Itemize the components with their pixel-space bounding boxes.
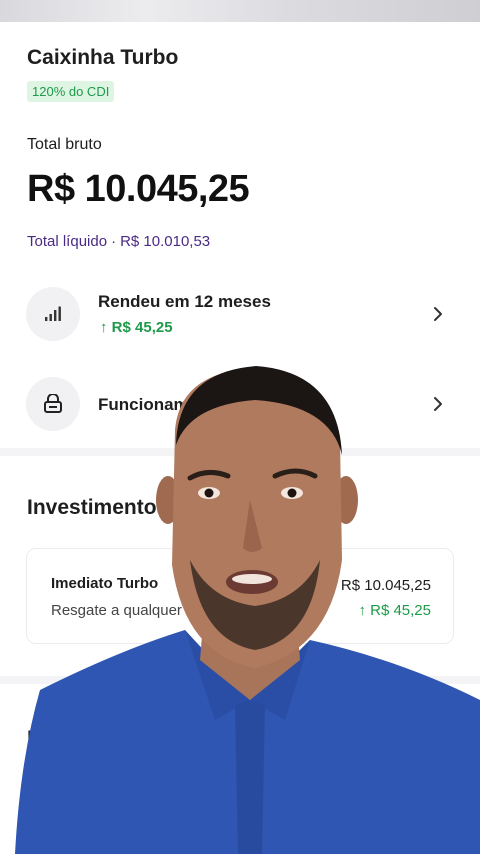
net-amount: R$ 10.010,53	[120, 233, 211, 250]
investment-card[interactable]: Imediato Turbo Resgate a qualquer moment…	[26, 548, 454, 644]
investment-description: Resgate a qualquer momento	[51, 602, 249, 619]
chevron-right-icon	[434, 307, 442, 321]
gross-label: Total bruto	[27, 136, 102, 153]
signal-bars-icon	[26, 287, 80, 341]
row-yield-12-months[interactable]: Rendeu em 12 meses ↑ R$ 45,25	[0, 285, 480, 345]
row-title: Rendeu em 12 meses	[98, 292, 271, 311]
piggy-lock-icon	[26, 377, 80, 431]
investment-gain: ↑ R$ 45,25	[358, 602, 431, 619]
chevron-right-icon	[434, 397, 442, 411]
section-divider	[0, 448, 480, 456]
gross-amount: R$ 10.045,25	[27, 168, 250, 210]
net-total-link[interactable]: Total líquido · R$ 10.010,53	[27, 233, 210, 250]
rate-badge: 120% do CDI	[27, 81, 115, 102]
investment-amount: R$ 10.045,25	[340, 577, 431, 594]
page-title: Caixinha Turbo	[27, 46, 179, 69]
row-title: Funcionamento da Caixinha	[98, 395, 325, 414]
arrow-up-icon: ↑	[358, 602, 366, 619]
arrow-up-icon: ↑	[100, 319, 108, 336]
next-section-title: H	[27, 727, 43, 750]
top-image-strip	[0, 0, 480, 22]
row-how-it-works[interactable]: Funcionamento da Caixinha	[0, 373, 480, 433]
net-separator: ·	[111, 233, 117, 250]
investment-name: Imediato Turbo	[51, 575, 159, 592]
row-value: ↑ R$ 45,25	[100, 319, 173, 336]
investments-title: Investimentos	[27, 496, 169, 519]
net-label: Total líquido	[27, 233, 108, 250]
section-divider	[0, 676, 480, 684]
